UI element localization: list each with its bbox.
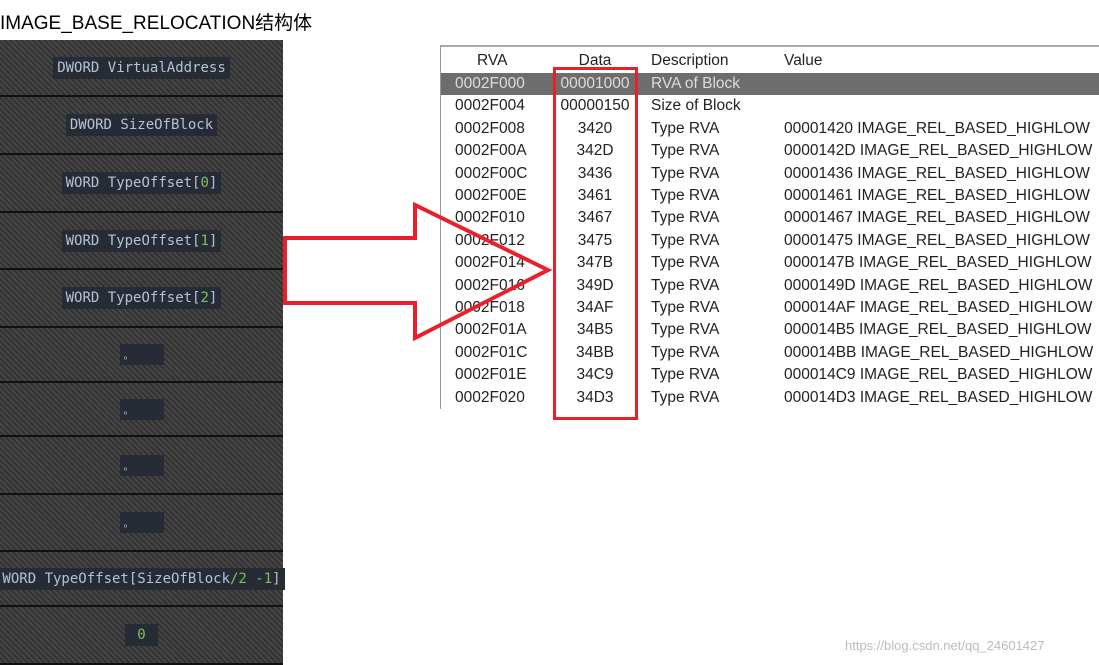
watermark: https://blog.csdn.net/qq_24601427 — [845, 638, 1045, 653]
arrow-right-icon — [283, 201, 553, 342]
